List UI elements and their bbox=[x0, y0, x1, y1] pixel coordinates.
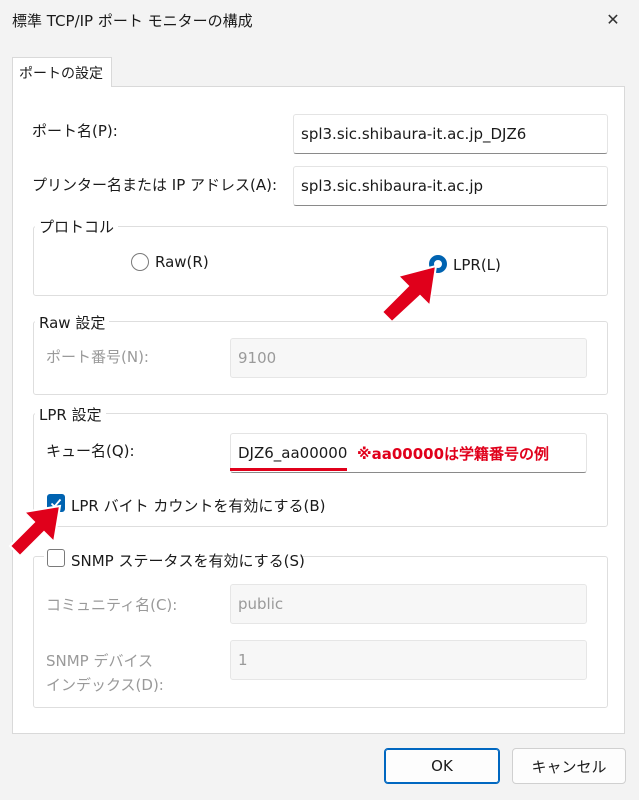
cancel-button[interactable]: キャンセル bbox=[512, 748, 626, 784]
device-index-value: 1 bbox=[238, 651, 248, 669]
lpr-settings-title: LPR 設定 bbox=[35, 404, 106, 425]
tab-label: ポートの設定 bbox=[19, 66, 103, 82]
printer-address-input[interactable]: spl3.sic.shibaura-it.ac.jp bbox=[293, 166, 608, 206]
community-name-input: public bbox=[230, 584, 587, 624]
community-name-value: public bbox=[238, 595, 284, 613]
printer-address-value: spl3.sic.shibaura-it.ac.jp bbox=[301, 177, 484, 195]
port-number-label: ポート番号(N): bbox=[46, 348, 149, 366]
queue-name-value: DJZ6_aa00000 bbox=[238, 444, 348, 462]
snmp-status-label[interactable]: SNMP ステータスを有効にする(S) bbox=[71, 550, 305, 571]
queue-underline bbox=[230, 468, 347, 471]
port-name-label: ポート名(P): bbox=[32, 122, 118, 140]
ok-button[interactable]: OK bbox=[384, 748, 500, 784]
port-number-value: 9100 bbox=[238, 349, 277, 367]
close-button[interactable]: ✕ bbox=[596, 4, 630, 34]
device-index-label-line1: SNMP デバイス bbox=[46, 652, 154, 670]
window-title: 標準 TCP/IP ポート モニターの構成 bbox=[12, 12, 253, 30]
snmp-status-checkbox[interactable] bbox=[47, 549, 65, 567]
protocol-group bbox=[33, 226, 608, 296]
close-icon: ✕ bbox=[606, 9, 620, 29]
port-name-value: spl3.sic.shibaura-it.ac.jp_DJZ6 bbox=[301, 125, 527, 143]
title-bar: 標準 TCP/IP ポート モニターの構成 ✕ bbox=[0, 0, 639, 40]
port-name-input[interactable]: spl3.sic.shibaura-it.ac.jp_DJZ6 bbox=[293, 114, 608, 154]
port-number-input: 9100 bbox=[230, 338, 587, 378]
community-name-label: コミュニティ名(C): bbox=[46, 596, 178, 614]
raw-settings-title: Raw 設定 bbox=[35, 312, 110, 333]
red-arrow-icon bbox=[380, 264, 438, 324]
lpr-byte-count-label[interactable]: LPR バイト カウントを有効にする(B) bbox=[71, 495, 326, 516]
raw-radio[interactable] bbox=[131, 253, 149, 271]
student-id-annotation: ※aa00000は学籍番号の例 bbox=[357, 445, 550, 463]
lpr-radio-label[interactable]: LPR(L) bbox=[453, 256, 501, 274]
raw-radio-label[interactable]: Raw(R) bbox=[155, 253, 209, 271]
protocol-group-title: プロトコル bbox=[35, 216, 119, 237]
device-index-input: 1 bbox=[230, 640, 587, 680]
device-index-label-line2: インデックス(D): bbox=[46, 676, 164, 694]
tab-port-settings[interactable]: ポートの設定 bbox=[12, 57, 112, 87]
queue-name-label: キュー名(Q): bbox=[46, 442, 135, 460]
printer-address-label: プリンター名または IP アドレス(A): bbox=[32, 176, 278, 194]
